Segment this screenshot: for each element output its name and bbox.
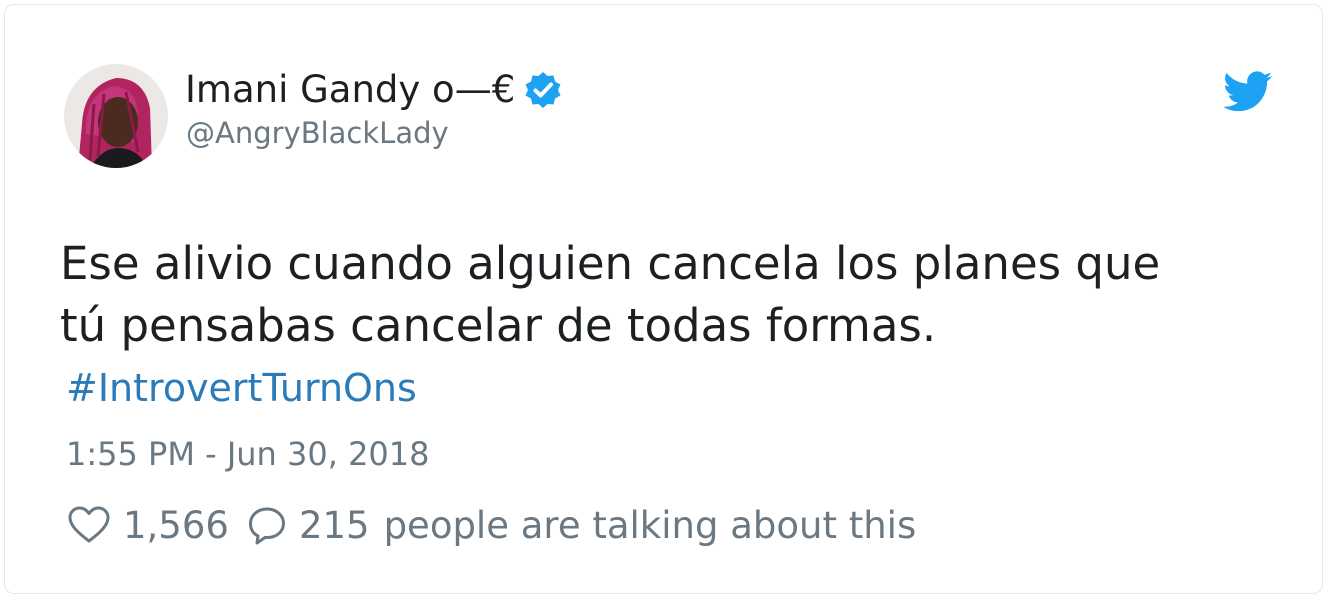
author-handle[interactable]: @AngryBlackLady — [186, 115, 449, 151]
tweet-text: Ese alivio cuando alguien cancela los pl… — [60, 233, 1260, 357]
author-display-name[interactable]: Imani Gandy o—€ — [185, 67, 515, 113]
like-button[interactable]: 1,566 — [67, 504, 229, 547]
author-name-row: Imani Gandy o—€ — [185, 67, 563, 113]
tweet-text-line: Ese alivio cuando alguien cancela los pl… — [60, 237, 1161, 290]
avatar-image — [64, 64, 168, 168]
talking-label: people are talking about this — [383, 503, 917, 547]
tweet-text-line: tú pensabas cancelar de todas formas. — [60, 299, 937, 352]
reply-count: 215 — [298, 503, 370, 547]
hashtag-link[interactable]: #IntrovertTurnOns — [66, 363, 417, 413]
avatar[interactable] — [64, 64, 168, 168]
engagement-bar: 1,566 215 people are talking about this — [67, 501, 916, 549]
speech-bubble-icon — [248, 507, 285, 545]
heart-icon — [68, 506, 110, 543]
tweet-timestamp[interactable]: 1:55 PM - Jun 30, 2018 — [66, 433, 430, 475]
verified-badge-icon — [523, 70, 563, 110]
twitter-bird-icon[interactable] — [1223, 71, 1273, 113]
like-count: 1,566 — [123, 503, 229, 547]
tweet-card: Imani Gandy o—€ @AngryBlackLady Ese aliv… — [4, 4, 1323, 594]
reply-button[interactable]: 215 people are talking about this — [229, 504, 916, 547]
